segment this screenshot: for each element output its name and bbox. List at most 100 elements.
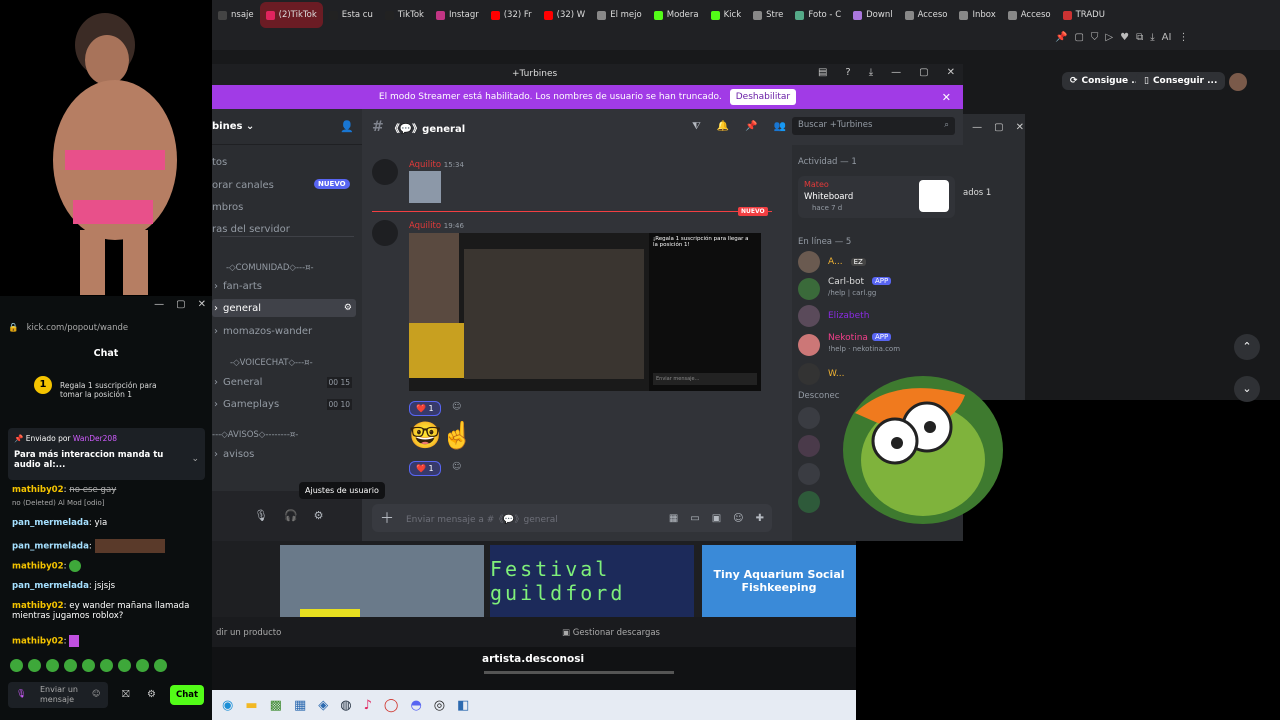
chat-username[interactable]: pan_mermelada bbox=[12, 518, 89, 528]
scroll-up-button[interactable]: ⌃ bbox=[1234, 334, 1260, 360]
download-icon[interactable]: ⤓ bbox=[1150, 32, 1154, 43]
steam-icon[interactable]: ◍ bbox=[340, 698, 351, 713]
footer-left[interactable]: dir un producto bbox=[216, 628, 281, 638]
emoji-icon[interactable]: ☺ bbox=[92, 689, 100, 698]
browser-tab[interactable]: Kick bbox=[705, 2, 748, 28]
gift-promo[interactable]: Regala 1 suscripción para tomar la posic… bbox=[60, 381, 180, 399]
category-header[interactable]: ---◇AVISOS◇--------¤- bbox=[212, 426, 298, 444]
browser-tab[interactable]: Instagr bbox=[430, 2, 485, 28]
emote-icon[interactable] bbox=[64, 659, 77, 672]
avatar[interactable] bbox=[798, 435, 820, 457]
apps-icon[interactable]: ✚ bbox=[756, 513, 764, 524]
mic-icon[interactable]: 🎙 bbox=[16, 689, 26, 698]
message-image[interactable] bbox=[409, 171, 441, 203]
menu-item[interactable]: mbros bbox=[212, 198, 243, 216]
help-icon[interactable]: ? bbox=[845, 67, 850, 78]
message-author[interactable]: Aquilito bbox=[409, 221, 441, 231]
server-header[interactable]: bines ⌄ 👤 bbox=[212, 109, 362, 145]
play-icon[interactable]: ▷ bbox=[1105, 32, 1113, 43]
browser-tab[interactable]: Esta cu bbox=[323, 2, 379, 28]
category-header[interactable]: -◇COMUNIDAD◇---¤- bbox=[226, 259, 314, 277]
close-icon[interactable]: ✕ bbox=[1016, 122, 1024, 133]
menu-icon[interactable]: ⋮ bbox=[1178, 32, 1188, 43]
maximize-icon[interactable]: ▢ bbox=[176, 299, 185, 310]
avatar[interactable] bbox=[372, 159, 398, 185]
app-icon[interactable]: ◈ bbox=[318, 698, 328, 713]
voice-channel-item[interactable]: › Gameplays 00 10 bbox=[214, 395, 352, 413]
shield-icon[interactable]: ⛉ bbox=[1091, 32, 1099, 43]
game-card[interactable]: Tiny Aquarium Social Fishkeeping bbox=[702, 545, 856, 617]
emote-icon[interactable] bbox=[100, 659, 113, 672]
browser-tab[interactable]: (32) W bbox=[538, 2, 592, 28]
browser-tab[interactable]: El mejo bbox=[591, 2, 648, 28]
chat-username[interactable]: mathiby02 bbox=[12, 637, 64, 647]
menu-item[interactable]: tos bbox=[212, 153, 227, 171]
member-item[interactable]: A... EZ bbox=[798, 251, 958, 273]
edge-icon[interactable]: ◉ bbox=[222, 698, 233, 713]
close-icon[interactable]: ✕ bbox=[942, 91, 951, 104]
settings-icon[interactable]: ⚙ bbox=[147, 689, 156, 700]
reaction-heart[interactable]: ❤️ 1 bbox=[409, 401, 441, 416]
category-header[interactable]: -◇VOICECHAT◇---¤- bbox=[230, 354, 313, 372]
avatar[interactable] bbox=[372, 220, 398, 246]
send-chat-button[interactable]: Chat bbox=[170, 685, 204, 705]
browser-tab[interactable]: (32) Fr bbox=[485, 2, 538, 28]
download-icon[interactable]: ⤓ bbox=[869, 67, 873, 78]
menu-item[interactable]: orar canales bbox=[212, 176, 274, 194]
browser-tab[interactable]: nsaje bbox=[212, 2, 260, 28]
reaction-heart[interactable]: ❤️ 1 bbox=[409, 461, 441, 476]
gift-icon[interactable]: ▦ bbox=[669, 513, 678, 524]
browser-tab[interactable]: Stre bbox=[747, 2, 789, 28]
downloads-link[interactable]: ▣ Gestionar descargas bbox=[562, 628, 660, 638]
extensions-icon[interactable]: ⧉ bbox=[1136, 32, 1143, 43]
inbox-icon[interactable]: ▤ bbox=[818, 67, 827, 78]
browser-tab[interactable]: Acceso bbox=[1002, 2, 1057, 28]
add-reaction-icon[interactable]: ☺ bbox=[452, 402, 461, 412]
emote-icon[interactable] bbox=[136, 659, 149, 672]
member-item[interactable]: Nekotina APP !help · nekotina.com bbox=[798, 333, 958, 357]
browser-tab[interactable]: Downl bbox=[847, 2, 898, 28]
kick-url-bar[interactable]: 🔒 kick.com/popout/wande bbox=[8, 323, 128, 333]
ai-icon[interactable]: AI bbox=[1162, 32, 1172, 43]
emote-icon[interactable] bbox=[82, 659, 95, 672]
conseguir-button[interactable]: ▯ Conseguir ... bbox=[1136, 72, 1226, 90]
maximize-icon[interactable]: ▢ bbox=[919, 67, 928, 78]
browser-tab[interactable]: Inbox bbox=[953, 2, 1001, 28]
minimize-icon[interactable]: — bbox=[154, 299, 164, 310]
maximize-icon[interactable]: ▢ bbox=[994, 122, 1003, 133]
pin-icon[interactable]: 📌 bbox=[1055, 32, 1067, 43]
chat-input[interactable]: 🎙 Enviar un mensaje ☺ bbox=[8, 682, 108, 708]
chevron-down-icon[interactable]: ⌄ bbox=[191, 454, 199, 464]
threads-icon[interactable]: ⧨ bbox=[692, 121, 701, 132]
disable-streamer-button[interactable]: Deshabilitar bbox=[729, 89, 797, 105]
emote-icon[interactable] bbox=[28, 659, 41, 672]
emote-icon[interactable] bbox=[118, 659, 131, 672]
mic-icon[interactable]: 🎙 bbox=[254, 509, 268, 522]
members-icon[interactable]: 👥 bbox=[774, 121, 786, 132]
avatar[interactable] bbox=[798, 491, 820, 513]
sticker-icon[interactable]: ▣ bbox=[712, 513, 721, 524]
channel-item[interactable]: › fan-arts bbox=[214, 277, 262, 295]
activity-card[interactable]: Mateo Whiteboard hace 7 d bbox=[798, 176, 955, 218]
gift-icon[interactable]: ⛝ bbox=[122, 689, 130, 700]
headset-icon[interactable]: 🎧 bbox=[284, 509, 298, 522]
emote-icon[interactable] bbox=[10, 659, 23, 672]
minecraft-icon[interactable]: ▩ bbox=[270, 698, 282, 713]
chat-username[interactable]: mathiby02 bbox=[12, 562, 64, 572]
bell-icon[interactable]: 🔔 bbox=[717, 121, 729, 132]
browser-tab[interactable]: Acceso bbox=[899, 2, 954, 28]
emoji-icon[interactable]: ☺ bbox=[733, 513, 743, 524]
close-icon[interactable]: ✕ bbox=[947, 67, 955, 78]
stream-screenshot[interactable]: ¡Regala 1 suscripción para llegar a la p… bbox=[409, 233, 761, 391]
search-input[interactable]: Buscar +Turbines ⌕ bbox=[792, 117, 955, 135]
chat-username[interactable]: pan_mermelada bbox=[12, 581, 89, 591]
message-author[interactable]: Aquilito bbox=[409, 160, 441, 170]
member-item[interactable]: Elizabeth bbox=[798, 305, 958, 327]
chat-username[interactable]: no (Deleted) bbox=[12, 499, 56, 507]
avatar[interactable] bbox=[798, 463, 820, 485]
settings-icon[interactable]: ⚙ bbox=[344, 303, 352, 313]
browser-tab[interactable]: TRADU bbox=[1057, 2, 1111, 28]
folder-icon[interactable]: ▬ bbox=[245, 698, 257, 713]
chat-username[interactable]: mathiby02 bbox=[12, 601, 64, 611]
discord-icon[interactable]: ◓ bbox=[410, 698, 421, 713]
